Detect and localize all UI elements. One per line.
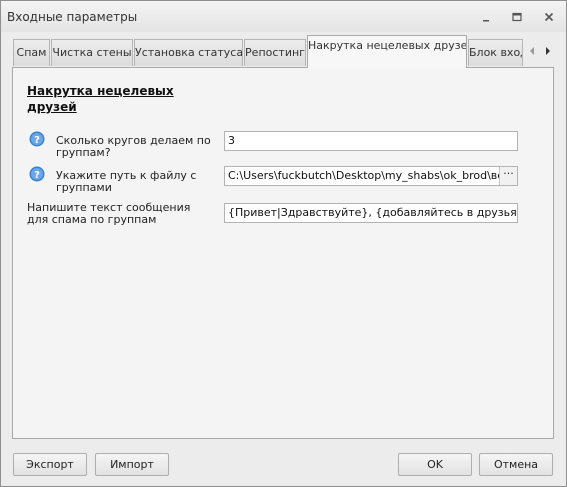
tab-strip: Спам Чистка стены Установка статуса Репо… (13, 35, 558, 68)
help-icon[interactable]: ? (29, 166, 45, 182)
svg-text:?: ? (34, 135, 40, 146)
tab-reposting[interactable]: Репостинг (244, 39, 306, 66)
window-title: Входные параметры (7, 10, 138, 24)
help-icon[interactable]: ? (29, 131, 45, 147)
chevron-left-icon (530, 47, 534, 55)
import-button[interactable]: Импорт (95, 453, 169, 476)
cancel-button[interactable]: Отмена (479, 453, 553, 476)
tab-wall-cleanup[interactable]: Чистка стены (51, 39, 133, 66)
chevron-right-icon (546, 47, 550, 55)
section-title: Накрутка нецелевых друзей (27, 84, 174, 114)
tab-scroll-left-button[interactable] (524, 41, 540, 61)
browse-button[interactable]: ··· (499, 167, 517, 185)
export-button[interactable]: Экспорт (13, 453, 87, 476)
rounds-label: Сколько кругов делаем по группам? (56, 134, 211, 159)
tab-panel: Накрутка нецелевых друзей ? Сколько круг… (12, 67, 554, 439)
title-bar: Входные параметры (1, 1, 566, 32)
svg-text:?: ? (34, 170, 40, 181)
tab-spam[interactable]: Спам (13, 39, 50, 66)
close-icon (544, 12, 554, 22)
groups-file-path-value: C:\Users\fuckbutch\Desktop\my_shabs\ok_b… (228, 169, 518, 182)
maximize-button[interactable] (506, 8, 528, 26)
maximize-icon (512, 12, 522, 22)
groups-file-label: Укажите путь к файлу с группами (56, 169, 197, 194)
tab-untargeted-friends[interactable]: Накрутка нецелевых друзей (307, 35, 467, 68)
ok-button[interactable]: OK (398, 453, 472, 476)
rounds-input[interactable]: 3 (224, 131, 518, 151)
message-text-input[interactable]: {Привет|Здравствуйте}, {добавляйтесь в д… (224, 203, 518, 223)
dialog-window: Входные параметры Спам Чистка стены Уста… (0, 0, 567, 487)
tab-scroll-right-button[interactable] (540, 41, 556, 61)
close-button[interactable] (538, 8, 560, 26)
tab-login-block[interactable]: Блок вход (468, 39, 523, 66)
groups-file-path-input[interactable]: C:\Users\fuckbutch\Desktop\my_shabs\ok_b… (224, 166, 518, 186)
minimize-icon (483, 20, 489, 22)
tab-set-status[interactable]: Установка статуса (134, 39, 243, 66)
message-text-label: Напишите текст сообщения для спама по гр… (27, 201, 191, 226)
minimize-button[interactable] (475, 8, 497, 26)
